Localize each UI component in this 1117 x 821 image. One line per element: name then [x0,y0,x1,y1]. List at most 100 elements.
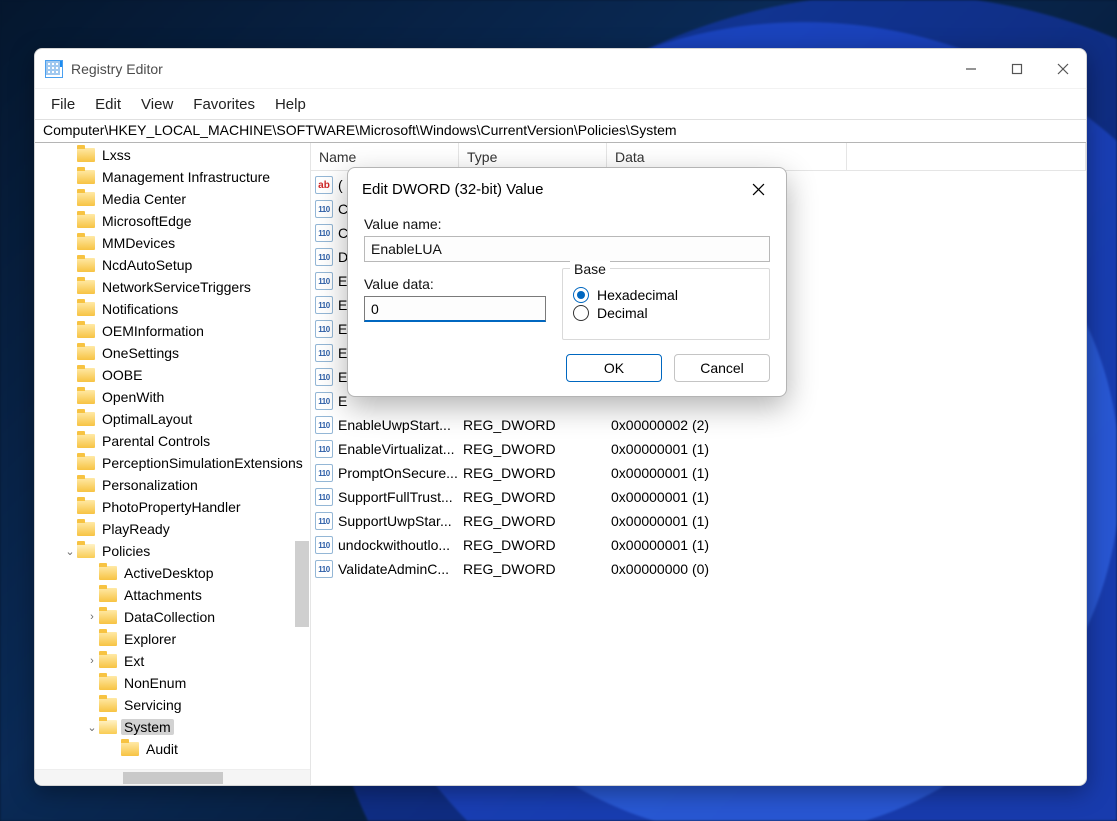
value-type: REG_DWORD [459,513,607,529]
tree-item[interactable]: Lxss [35,144,310,166]
tree-item[interactable]: MicrosoftEdge [35,210,310,232]
base-fieldset: Base Hexadecimal Decimal [562,268,770,340]
tree-item[interactable]: ›Ext [35,650,310,672]
tree-hscroll-track[interactable] [35,769,310,785]
tree-item[interactable]: Servicing [35,694,310,716]
folder-icon [99,588,117,602]
dialog-titlebar[interactable]: Edit DWORD (32-bit) Value [348,168,786,210]
tree-hscroll-thumb[interactable] [123,772,223,784]
tree-item[interactable]: Management Infrastructure [35,166,310,188]
cancel-button[interactable]: Cancel [674,354,770,382]
dword-value-icon [315,296,333,314]
chevron-right-icon[interactable]: › [85,611,99,623]
dialog-body: Value name: Value data: Base Hexadecimal… [348,210,786,354]
value-data: 0x00000001 (1) [607,489,1086,505]
dword-value-icon [315,224,333,242]
tree-item[interactable]: Personalization [35,474,310,496]
tree-item[interactable]: PhotoPropertyHandler [35,496,310,518]
dword-value-icon [315,344,333,362]
minimize-button[interactable] [948,49,994,89]
list-row[interactable]: SupportFullTrust...REG_DWORD0x00000001 (… [311,485,1086,509]
dword-value-icon [315,272,333,290]
tree-item[interactable]: ActiveDesktop [35,562,310,584]
column-data[interactable]: Data [607,143,847,170]
tree-item[interactable]: Attachments [35,584,310,606]
value-name-field[interactable] [364,236,770,262]
tree-item[interactable]: Media Center [35,188,310,210]
tree-item[interactable]: MMDevices [35,232,310,254]
menu-edit[interactable]: Edit [85,92,131,117]
chevron-right-icon[interactable]: › [85,655,99,667]
list-row[interactable]: EnableVirtualizat...REG_DWORD0x00000001 … [311,437,1086,461]
list-row[interactable]: SupportUwpStar...REG_DWORD0x00000001 (1) [311,509,1086,533]
tree-scroll[interactable]: Lxss Management Infrastructure Media Cente… [35,143,310,769]
tree-item[interactable]: NetworkServiceTriggers [35,276,310,298]
tree-item[interactable]: NonEnum [35,672,310,694]
column-type[interactable]: Type [459,143,607,170]
tree-item[interactable]: ⌄System [35,716,310,738]
list-row[interactable]: ValidateAdminC...REG_DWORD0x00000000 (0) [311,557,1086,581]
value-data-field[interactable] [364,296,546,322]
tree-item[interactable]: OEMInformation [35,320,310,342]
tree-item[interactable]: OpenWith [35,386,310,408]
value-type: REG_DWORD [459,537,607,553]
tree-item-label: Media Center [99,191,189,207]
folder-icon [77,478,95,492]
value-name: E [338,345,347,361]
menu-file[interactable]: File [41,92,85,117]
value-name: undockwithoutlo... [338,537,450,553]
menu-view[interactable]: View [131,92,183,117]
value-type: REG_DWORD [459,465,607,481]
tree-item[interactable]: OptimalLayout [35,408,310,430]
tree-item[interactable]: Explorer [35,628,310,650]
list-row[interactable]: undockwithoutlo...REG_DWORD0x00000001 (1… [311,533,1086,557]
column-name[interactable]: Name [311,143,459,170]
tree-item[interactable]: PerceptionSimulationExtensions [35,452,310,474]
folder-icon [77,390,95,404]
folder-icon [77,522,95,536]
address-bar[interactable]: Computer\HKEY_LOCAL_MACHINE\SOFTWARE\Mic… [35,119,1086,143]
tree-item[interactable]: ⌄ Policies [35,540,310,562]
dword-value-icon [315,320,333,338]
tree-item[interactable]: Audit [35,738,310,760]
dialog-title: Edit DWORD (32-bit) Value [362,181,736,198]
tree-item[interactable]: Parental Controls [35,430,310,452]
tree-item-label: DataCollection [121,609,218,625]
tree-item-label: Policies [99,543,153,559]
chevron-down-icon[interactable]: ⌄ [63,545,77,558]
folder-icon [77,302,95,316]
tree-item[interactable]: PlayReady [35,518,310,540]
dword-value-icon [315,512,333,530]
radio-decimal[interactable]: Decimal [573,305,759,321]
tree-item[interactable]: › DataCollection [35,606,310,628]
tree-item[interactable]: NcdAutoSetup [35,254,310,276]
maximize-button[interactable] [994,49,1040,89]
tree-item[interactable]: OOBE [35,364,310,386]
chevron-down-icon[interactable]: ⌄ [85,721,99,734]
folder-icon [77,236,95,250]
folder-icon [77,368,95,382]
menu-help[interactable]: Help [265,92,316,117]
ok-button[interactable]: OK [566,354,662,382]
tree-item[interactable]: Notifications [35,298,310,320]
tree-item[interactable]: OneSettings [35,342,310,364]
folder-icon [77,544,95,558]
tree-vscroll-thumb[interactable] [295,541,309,627]
folder-icon [77,214,95,228]
menu-favorites[interactable]: Favorites [183,92,265,117]
radio-hexadecimal[interactable]: Hexadecimal [573,287,759,303]
folder-icon [99,720,117,734]
close-button[interactable] [1040,49,1086,89]
titlebar[interactable]: Registry Editor [35,49,1086,89]
tree-item-label: MicrosoftEdge [99,213,194,229]
list-row[interactable]: EnableUwpStart...REG_DWORD0x00000002 (2) [311,413,1086,437]
tree-item-label: Management Infrastructure [99,169,273,185]
folder-icon [77,434,95,448]
list-row[interactable]: PromptOnSecure...REG_DWORD0x00000001 (1) [311,461,1086,485]
dialog-close-button[interactable] [736,171,780,207]
dword-value-icon [315,464,333,482]
dword-value-icon [315,536,333,554]
folder-icon [77,258,95,272]
dword-value-icon [315,416,333,434]
value-name: E [338,297,347,313]
